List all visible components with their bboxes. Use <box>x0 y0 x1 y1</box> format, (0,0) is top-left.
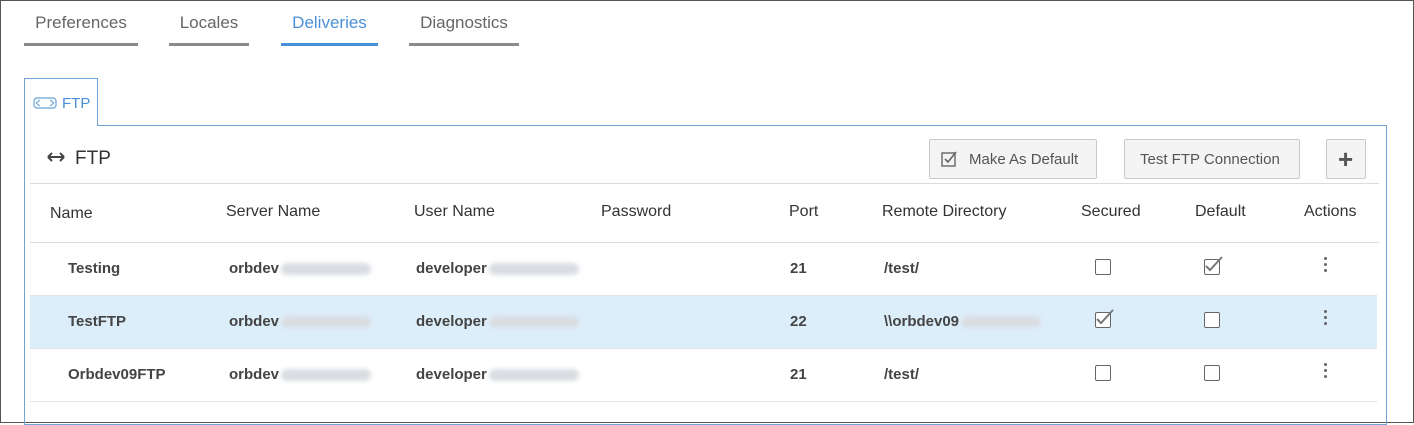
subtab-ftp-label: FTP <box>62 95 91 112</box>
redacted-text <box>488 316 579 329</box>
cell-user: developer <box>416 313 579 330</box>
plus-icon: + <box>1338 144 1354 174</box>
cell-port: 21 <box>790 260 807 277</box>
default-checkbox[interactable] <box>1204 312 1220 328</box>
more-vert-icon[interactable] <box>1324 363 1328 381</box>
table-row[interactable]: Testing orbdev developer 21/test/ <box>30 243 1377 296</box>
cell-name: TestFTP <box>68 313 127 330</box>
redacted-text <box>281 263 372 276</box>
subtab-ftp[interactable]: FTP <box>24 78 98 126</box>
add-button[interactable]: + <box>1326 139 1366 179</box>
table-row[interactable]: Orbdev09FTP orbdev developer 21/test/ <box>30 349 1377 402</box>
secured-checkbox[interactable] <box>1095 365 1111 381</box>
secured-checkbox[interactable] <box>1095 259 1111 275</box>
redacted-text <box>281 369 372 382</box>
header-name: Name <box>50 205 93 222</box>
header-port: Port <box>789 203 819 220</box>
cell-name: Testing <box>68 260 121 277</box>
tab-preferences[interactable]: Preferences <box>24 10 138 46</box>
ftp-icon <box>33 96 57 114</box>
redacted-text <box>961 316 1042 329</box>
cell-server: orbdev <box>229 260 372 277</box>
cell-user: developer <box>416 260 579 277</box>
cell-user: developer <box>416 366 579 383</box>
header-default: Default <box>1195 203 1246 220</box>
cell-port: 22 <box>790 313 807 330</box>
header-actions: Actions <box>1304 203 1357 220</box>
cell-remote-dir: \\orbdev09 <box>884 313 1042 330</box>
table-row[interactable]: TestFTP orbdev developer 22 \\orbdev09 <box>30 296 1377 349</box>
redacted-text <box>488 263 579 276</box>
checkbox-edit-icon <box>941 150 959 172</box>
more-vert-icon[interactable] <box>1324 257 1328 275</box>
make-as-default-label: Make As Default <box>969 151 1079 168</box>
cell-server: orbdev <box>229 366 372 383</box>
panel-title: FTP <box>75 148 111 169</box>
default-checkbox[interactable] <box>1204 365 1220 381</box>
cell-name: Orbdev09FTP <box>68 366 166 383</box>
test-ftp-connection-button[interactable]: Test FTP Connection <box>1124 139 1300 179</box>
cell-remote-dir: /test/ <box>884 366 920 383</box>
cell-remote-dir: /test/ <box>884 260 920 277</box>
cell-server: orbdev <box>229 313 372 330</box>
ftp-icon <box>46 150 66 168</box>
header-secured: Secured <box>1081 203 1141 220</box>
header-server-name: Server Name <box>226 203 321 220</box>
cell-port: 21 <box>790 366 807 383</box>
default-checkbox[interactable] <box>1204 256 1223 275</box>
tab-deliveries[interactable]: Deliveries <box>281 10 378 46</box>
tab-locales[interactable]: Locales <box>169 10 249 46</box>
make-as-default-button[interactable]: Make As Default <box>929 139 1097 179</box>
header-remote-directory: Remote Directory <box>882 203 1007 220</box>
redacted-text <box>488 369 579 382</box>
redacted-text <box>281 316 372 329</box>
secured-checkbox[interactable] <box>1095 309 1114 328</box>
header-password: Password <box>601 203 672 220</box>
header-user-name: User Name <box>414 203 495 220</box>
tab-diagnostics[interactable]: Diagnostics <box>409 10 519 46</box>
divider <box>30 183 1379 184</box>
more-vert-icon[interactable] <box>1324 310 1328 328</box>
test-ftp-connection-label: Test FTP Connection <box>1140 151 1280 168</box>
